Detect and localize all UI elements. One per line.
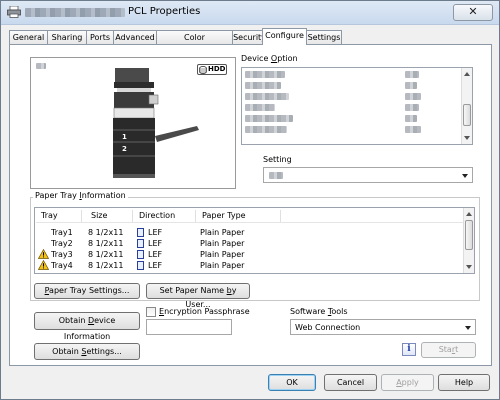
title-bar: PCL Properties ✕ [1, 1, 499, 25]
tray-name: Tray4 [51, 261, 73, 270]
device-option-value [405, 93, 421, 100]
tray-name: Tray2 [51, 239, 73, 248]
scroll-down-icon[interactable] [464, 136, 470, 140]
column-header-direction[interactable]: Direction [139, 211, 175, 220]
scroll-up-icon[interactable] [464, 72, 470, 76]
redacted-setting-value [269, 172, 283, 179]
paper-tray-settings-button[interactable]: Paper Tray Settings... [34, 283, 140, 299]
paper-orientation-icon [137, 239, 144, 248]
software-tools-dropdown[interactable]: Web Connection [290, 319, 476, 335]
column-divider [195, 210, 196, 222]
tab-configure[interactable]: Configure [262, 28, 307, 45]
tab-ports[interactable]: Ports [86, 30, 114, 44]
software-tools-label: Software Tools [290, 307, 348, 316]
encryption-passphrase-checkbox[interactable] [146, 307, 156, 317]
tab-sharing[interactable]: Sharing [47, 30, 87, 44]
scroll-down-icon[interactable] [466, 265, 472, 269]
close-button[interactable]: ✕ [453, 4, 493, 21]
tab-color-management[interactable]: Color Management [156, 30, 233, 55]
scroll-up-icon[interactable] [466, 212, 472, 216]
device-option-item[interactable] [245, 93, 289, 100]
table-row[interactable]: Tray4 8 1/2x11 LEF Plain Paper [36, 260, 464, 271]
tray-paper-type: Plain Paper [200, 228, 245, 237]
tray-1-marker: 1 [122, 133, 127, 141]
paper-orientation-icon [137, 228, 144, 237]
warning-icon [38, 260, 49, 270]
device-option-value [405, 115, 417, 122]
paper-tray-group-title: Paper Tray Information [33, 191, 128, 200]
scroll-thumb[interactable] [465, 220, 473, 250]
apply-button[interactable]: Apply [381, 374, 434, 391]
device-option-value [405, 126, 421, 133]
redacted-printer-name [25, 8, 125, 17]
printer-preview: HDD 1 2 [30, 57, 236, 189]
table-row[interactable]: Tray1 8 1/2x11 LEF Plain Paper [36, 227, 464, 238]
tray-paper-type: Plain Paper [200, 239, 245, 248]
table-row[interactable]: Tray2 8 1/2x11 LEF Plain Paper [36, 238, 464, 249]
tray-paper-type: Plain Paper [200, 261, 245, 270]
chevron-down-icon [462, 174, 468, 178]
device-option-value [405, 71, 419, 78]
tray-size: 8 1/2x11 [88, 261, 124, 270]
tray-paper-type: Plain Paper [200, 250, 245, 259]
column-divider [280, 210, 281, 222]
column-divider [132, 210, 133, 222]
start-button[interactable]: Start [421, 342, 476, 358]
device-option-value [405, 82, 417, 89]
warning-icon [38, 249, 49, 259]
info-icon[interactable]: i [402, 343, 416, 356]
scroll-thumb[interactable] [463, 104, 471, 126]
ok-button[interactable]: OK [268, 374, 316, 391]
encryption-passphrase-field[interactable] [146, 319, 232, 335]
column-header-paper-type[interactable]: Paper Type [202, 211, 246, 220]
device-option-item[interactable] [245, 126, 287, 133]
setting-label: Setting [263, 155, 292, 164]
column-divider [81, 210, 82, 222]
redacted-model-label [36, 63, 46, 69]
tray-name: Tray1 [51, 228, 73, 237]
column-header-tray[interactable]: Tray [41, 211, 58, 220]
printer-icon [7, 6, 21, 18]
window-title: PCL Properties [128, 6, 201, 17]
setting-dropdown[interactable] [263, 167, 473, 183]
paper-tray-list-header: Tray Size Direction Paper Type [36, 209, 464, 223]
printer-properties-window: PCL Properties ✕ General Sharing Ports A… [0, 0, 500, 400]
chevron-down-icon [465, 326, 471, 330]
tray-name: Tray3 [51, 250, 73, 259]
device-option-item[interactable] [245, 104, 275, 111]
set-paper-name-by-user-button[interactable]: Set Paper Name by User... [146, 283, 250, 309]
tray-size: 8 1/2x11 [88, 239, 124, 248]
tray-2-marker: 2 [122, 145, 127, 153]
device-option-label: Device Option [241, 54, 298, 63]
help-button[interactable]: Help [438, 374, 490, 391]
tab-general[interactable]: General [9, 30, 48, 44]
paper-orientation-icon [137, 250, 144, 259]
paper-tray-scrollbar[interactable] [463, 208, 474, 273]
device-option-list[interactable] [241, 67, 473, 145]
tab-settings[interactable]: Settings [306, 30, 342, 44]
device-option-item[interactable] [245, 82, 281, 89]
software-tools-selected: Web Connection [295, 323, 361, 332]
encryption-passphrase-label: Encryption Passphrase [159, 307, 250, 316]
column-header-size[interactable]: Size [91, 211, 107, 220]
tray-size: 8 1/2x11 [88, 228, 124, 237]
obtain-settings-button[interactable]: Obtain Settings... [34, 343, 140, 360]
cancel-button[interactable]: Cancel [324, 374, 377, 391]
printer-illustration [113, 68, 199, 178]
device-option-scrollbar[interactable] [461, 68, 472, 144]
obtain-device-information-button[interactable]: Obtain Device Information [34, 312, 140, 341]
device-option-item[interactable] [245, 71, 285, 78]
paper-tray-list[interactable]: Tray Size Direction Paper Type Tray1 8 1… [34, 207, 475, 274]
tray-size: 8 1/2x11 [88, 250, 124, 259]
tab-advanced[interactable]: Advanced [113, 30, 157, 44]
table-row[interactable]: Tray3 8 1/2x11 LEF Plain Paper [36, 249, 464, 260]
paper-orientation-icon [137, 261, 144, 270]
device-option-value [405, 104, 419, 111]
device-option-item[interactable] [245, 115, 293, 122]
